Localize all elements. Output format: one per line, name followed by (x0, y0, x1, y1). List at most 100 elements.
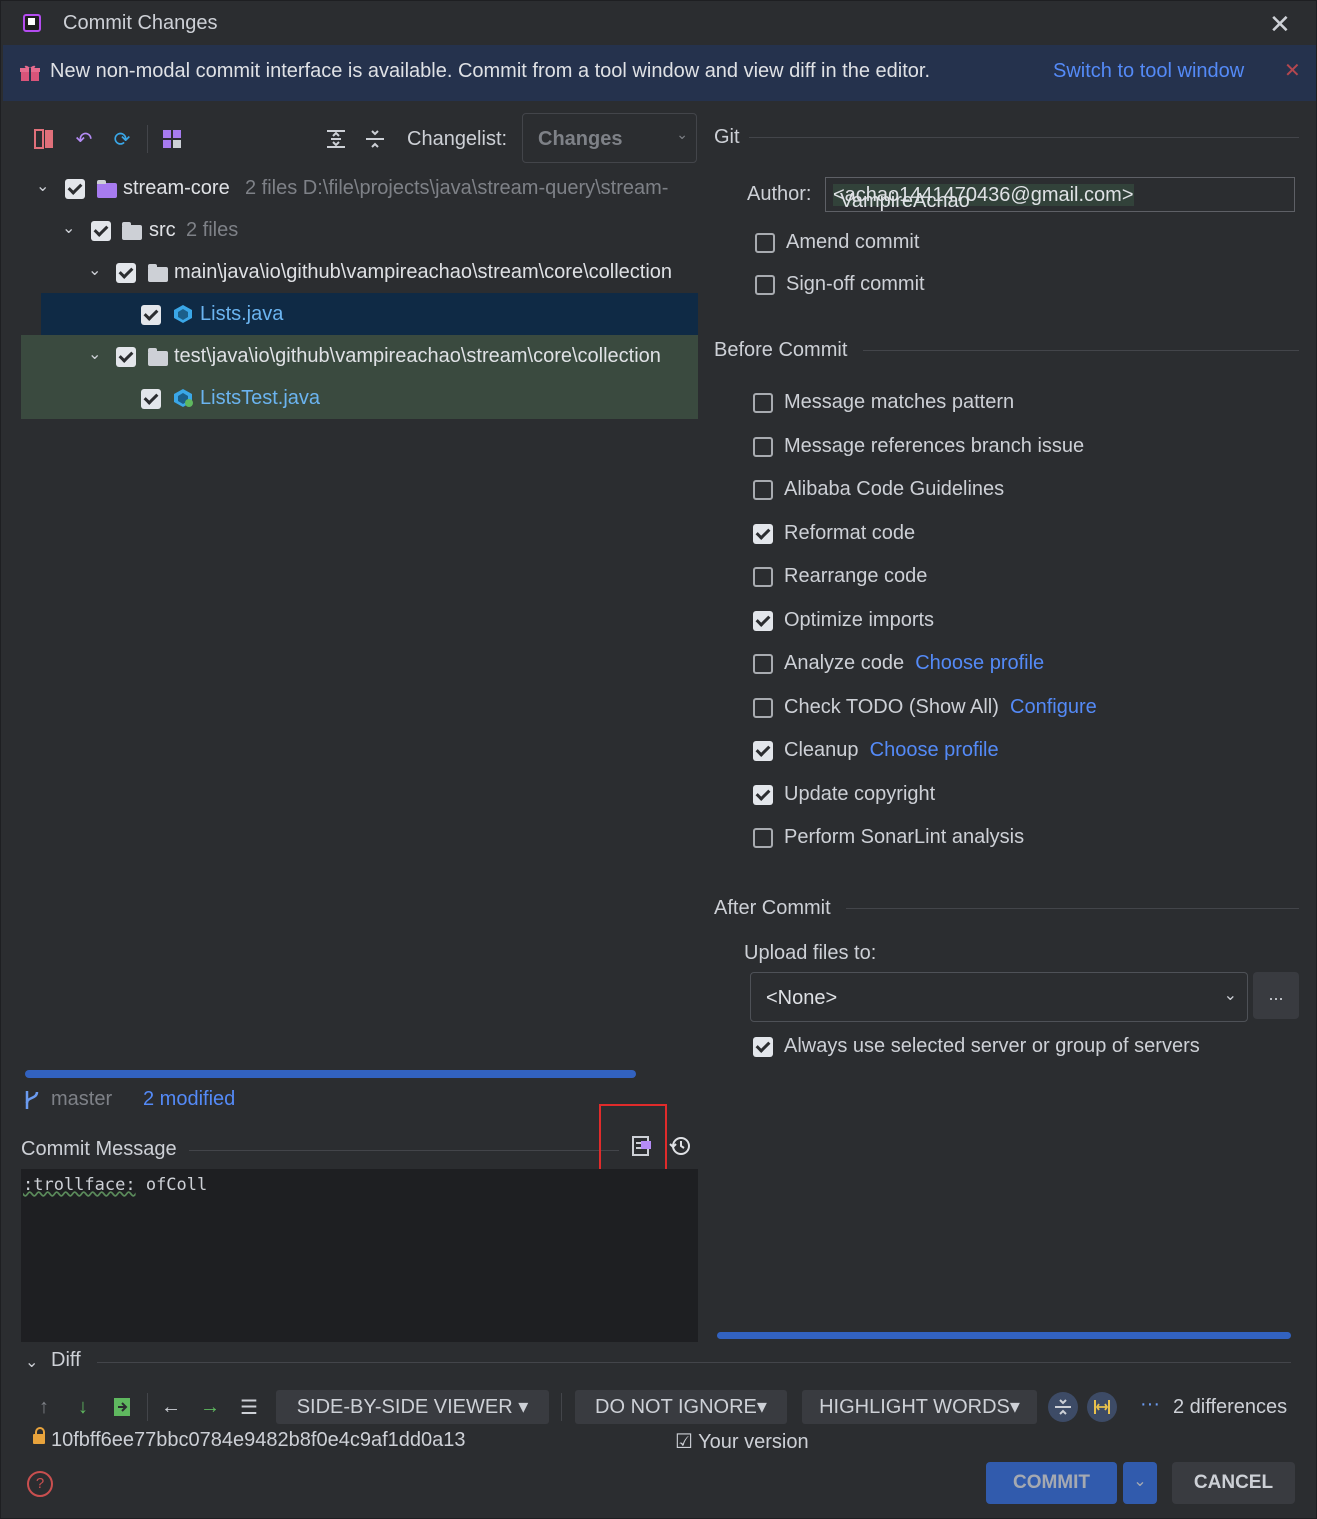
tree-row-module[interactable]: ⌄ stream-core 2 files D:\file\projects\j… (21, 167, 698, 209)
tree-row-src[interactable]: ⌄ src 2 files (21, 209, 698, 251)
checkbox-lists-java[interactable] (141, 305, 161, 325)
checkbox-liststest-java[interactable] (141, 389, 161, 409)
signoff-commit-checkbox[interactable] (755, 275, 775, 295)
configure-link[interactable]: Configure (1010, 696, 1097, 718)
option-label: Message matches pattern (784, 391, 1015, 413)
next-difference-icon[interactable]: ↓ (70, 1394, 96, 1420)
browse-servers-button[interactable]: ... (1253, 972, 1299, 1019)
checkbox[interactable] (753, 437, 773, 457)
commit-message-label: Commit Message (21, 1138, 177, 1160)
checkbox[interactable] (753, 698, 773, 718)
changes-tree[interactable]: ⌄ stream-core 2 files D:\file\projects\j… (21, 165, 698, 1083)
previous-difference-icon[interactable]: ↑ (31, 1394, 57, 1420)
folder-icon (148, 264, 168, 282)
chevron-down-icon[interactable]: ⌄ (88, 344, 101, 364)
expand-all-icon[interactable] (323, 126, 349, 152)
chevron-down-icon[interactable]: ⌄ (36, 176, 49, 196)
highlight-box (599, 1104, 667, 1179)
amend-commit-label: Amend commit (786, 231, 920, 253)
before-commit-title: Before Commit (714, 339, 848, 361)
history-icon[interactable] (669, 1135, 691, 1157)
tree-horizontal-scrollbar[interactable] (25, 1070, 636, 1078)
jump-to-source-icon[interactable] (109, 1394, 135, 1420)
branch-name: master (51, 1088, 113, 1110)
highlight-mode-dropdown[interactable]: HIGHLIGHT WORDS▾ (802, 1390, 1037, 1424)
section-divider (749, 137, 1299, 138)
commit-button[interactable]: COMMIT (986, 1462, 1117, 1504)
changelist-label: Changelist: (407, 128, 508, 150)
checkbox[interactable] (753, 785, 773, 805)
option-label: Check TODO (Show All) Configure (784, 696, 1097, 719)
changelist-value: Changes (538, 128, 623, 150)
tree-row-main-package[interactable]: ⌄ main\java\io\github\vampireachao\strea… (21, 251, 698, 293)
viewer-mode-label: SIDE-BY-SIDE VIEWER (296, 1396, 513, 1418)
chevron-down-icon[interactable]: ⌄ (62, 218, 75, 238)
amend-commit-checkbox[interactable] (755, 233, 775, 253)
tree-item-label: stream-core (123, 177, 230, 199)
option-label: Always use selected server or group of s… (784, 1035, 1200, 1057)
checkbox[interactable] (753, 828, 773, 848)
close-icon[interactable]: ✕ (1269, 9, 1291, 40)
choose-profile-link[interactable]: Choose profile (915, 652, 1044, 674)
help-icon[interactable]: ? (27, 1471, 53, 1497)
commit-dialog: Commit Changes ✕ New non-modal commit in… (0, 0, 1317, 1519)
rollback-icon[interactable]: ↶ (71, 126, 97, 152)
checkbox-test-package[interactable] (116, 347, 136, 367)
choose-profile-link[interactable]: Choose profile (870, 739, 999, 761)
highlight-mode-label: HIGHLIGHT WORDS (819, 1396, 1010, 1418)
checkbox-main-package[interactable] (116, 263, 136, 283)
option-label: Cleanup Choose profile (784, 739, 999, 762)
viewer-mode-dropdown[interactable]: SIDE-BY-SIDE VIEWER ▾ (276, 1390, 549, 1424)
checkbox[interactable] (753, 567, 773, 587)
toolbar-separator (147, 125, 148, 153)
checkbox[interactable] (753, 741, 773, 761)
toolbar-separator (561, 1393, 562, 1421)
upload-server-select[interactable]: <None> ⌄ (750, 972, 1248, 1022)
checkbox-src[interactable] (91, 221, 111, 241)
options-horizontal-scrollbar[interactable] (717, 1332, 1291, 1339)
checkbox[interactable] (753, 611, 773, 631)
signoff-commit-label: Sign-off commit (786, 273, 925, 295)
section-divider (97, 1362, 1291, 1363)
collapse-unchanged-icon[interactable] (1048, 1392, 1078, 1422)
chevron-down-icon[interactable]: ⌄ (88, 260, 101, 280)
author-input[interactable]: VampireAchao <achao1441470436@gmail.com> (825, 177, 1295, 212)
show-diff-icon[interactable] (31, 126, 57, 152)
tree-row-test-package[interactable]: ⌄ test\java\io\github\vampireachao\strea… (21, 335, 698, 377)
previous-file-icon[interactable]: ← (158, 1394, 184, 1420)
banner-close-icon[interactable]: ✕ (1284, 58, 1301, 83)
collapse-all-icon[interactable] (362, 126, 388, 152)
switch-to-tool-window-link[interactable]: Switch to tool window (1053, 60, 1244, 83)
tree-item-label: main\java\io\github\vampireachao\stream\… (174, 261, 673, 283)
file-list-icon[interactable]: ☰ (236, 1394, 262, 1420)
checkbox[interactable] (753, 524, 773, 544)
cancel-button[interactable]: CANCEL (1172, 1462, 1295, 1504)
option-label-text: Analyze code (784, 652, 905, 674)
group-by-icon[interactable] (159, 126, 185, 152)
checkbox[interactable] (753, 480, 773, 500)
tree-row-lists-java[interactable]: Lists.java (41, 293, 698, 335)
sync-scroll-icon[interactable] (1087, 1392, 1117, 1422)
after-commit-title: After Commit (714, 897, 831, 919)
commit-options-dropdown[interactable]: ⌄ (1123, 1462, 1157, 1504)
refresh-icon[interactable]: ⟳ (109, 126, 135, 152)
commit-message-input[interactable]: :trollface: ofColl (21, 1169, 698, 1342)
checkbox-module[interactable] (65, 179, 85, 199)
chevron-down-icon[interactable]: ⌄ (25, 1352, 38, 1372)
commit-message-divider (189, 1150, 619, 1151)
more-options-icon[interactable]: ··· (1140, 1393, 1160, 1416)
checkbox[interactable] (753, 654, 773, 674)
tree-item-label: Lists.java (200, 303, 284, 325)
upload-server-value: <None> (766, 987, 838, 1009)
java-class-icon (174, 305, 192, 323)
ignore-mode-label: DO NOT IGNORE (595, 1396, 757, 1418)
tree-row-liststest-java[interactable]: ListsTest.java (21, 377, 698, 419)
modified-count-link[interactable]: 2 modified (143, 1088, 235, 1111)
ignore-whitespace-dropdown[interactable]: DO NOT IGNORE▾ (575, 1390, 787, 1424)
next-file-icon[interactable]: → (197, 1394, 223, 1420)
checkbox[interactable] (753, 1037, 773, 1057)
your-version-text: Your version (698, 1431, 809, 1453)
checkbox[interactable] (753, 393, 773, 413)
diff-section-title: Diff (51, 1349, 81, 1371)
changelist-select[interactable]: Changes ⌄ (522, 113, 697, 163)
